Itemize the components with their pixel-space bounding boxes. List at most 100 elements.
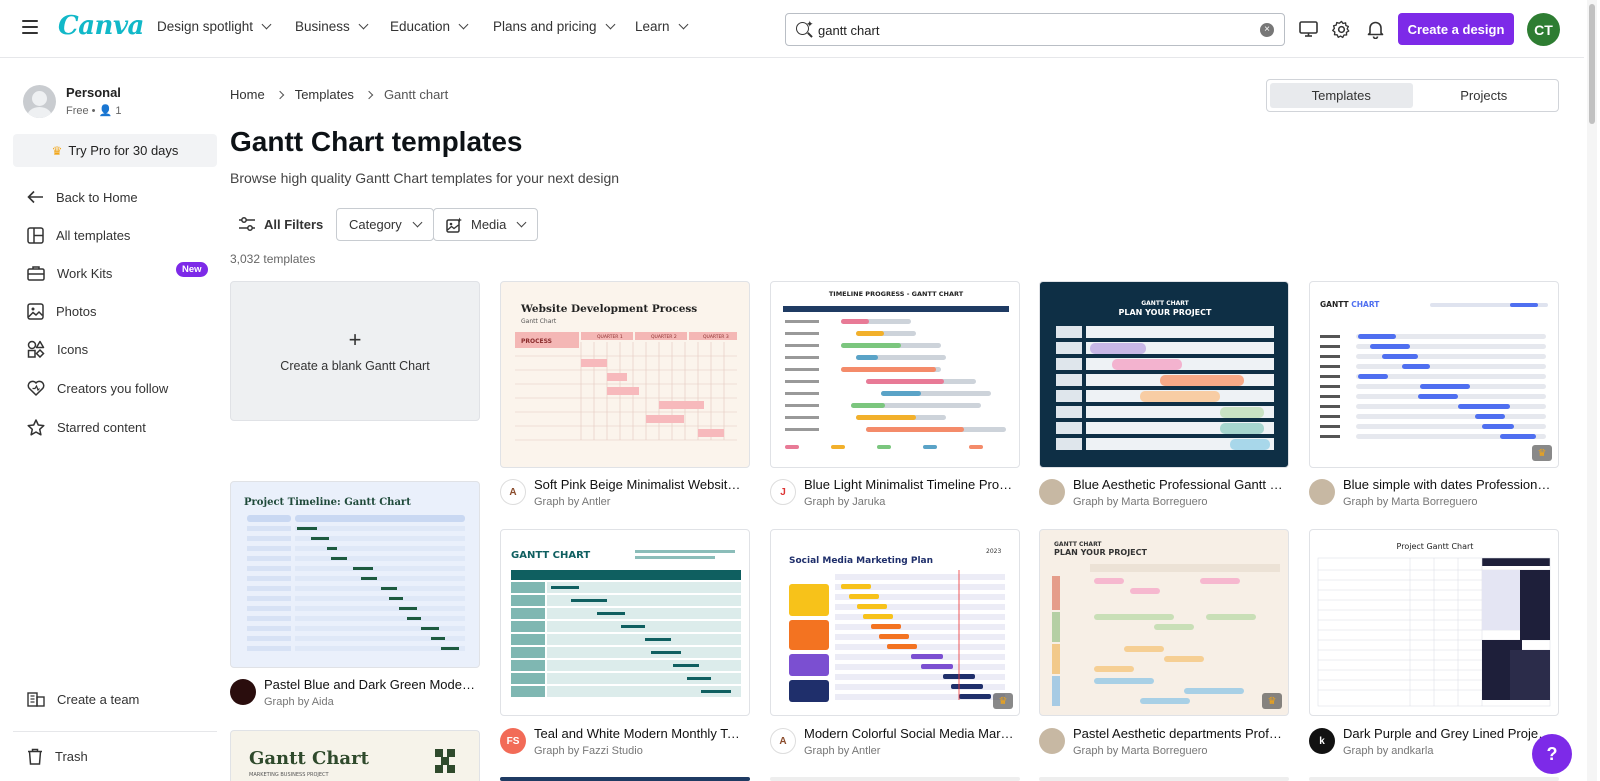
template-thumbnail[interactable]: GANTT CHART	[500, 529, 750, 716]
toggle-templates[interactable]: Templates	[1270, 83, 1413, 108]
template-author[interactable]: Graph by Jaruka	[804, 496, 1016, 508]
sidebar-item-work-kits[interactable]: Work Kits	[27, 262, 112, 284]
sidebar-item-create-a-team[interactable]: Create a team	[27, 688, 139, 710]
menu-icon[interactable]	[22, 20, 38, 34]
gantt-preview-image: GANTT CHART PLAN YOUR PROJECT	[1052, 541, 1280, 706]
creator-avatar: FS	[500, 728, 526, 754]
template-meta: A Soft Pink Beige Minimalist Website ...…	[500, 477, 746, 511]
media-filter-dropdown[interactable]: Media	[433, 208, 539, 241]
user-avatar[interactable]: CT	[1527, 13, 1560, 46]
search-bar: ✦ ×	[785, 13, 1285, 46]
template-thumbnail[interactable]	[1039, 777, 1289, 781]
sparkle-icon: ✦	[806, 19, 814, 29]
nav-design-spotlight[interactable]: Design spotlight	[157, 19, 272, 34]
template-meta: Pastel Blue and Dark Green Modern ... Gra…	[230, 677, 476, 711]
template-thumbnail[interactable]: Website Development Process Gantt Chart …	[500, 281, 750, 468]
heart-icon	[27, 380, 45, 396]
template-thumbnail[interactable]: GANTT CHART ♛	[1309, 281, 1559, 468]
sidebar-item-label: All templates	[56, 227, 131, 243]
all-filters-button[interactable]: All Filters	[230, 208, 336, 241]
template-title[interactable]: Blue Aesthetic Professional Gantt Gr...	[1073, 477, 1285, 492]
sidebar-item-creators-you-follow[interactable]: Creators you follow	[27, 377, 168, 399]
template-thumbnail[interactable]: Project Gantt Chart	[1309, 529, 1559, 716]
create-blank-label: Create a blank Gantt Chart	[280, 359, 430, 373]
sidebar-divider	[13, 731, 217, 732]
settings-gear-icon[interactable]	[1330, 18, 1352, 40]
gantt-preview-image: Project Timeline: Gantt Chart	[244, 497, 465, 651]
sidebar-item-label: Creators you follow	[57, 380, 169, 396]
sidebar-item-trash[interactable]: Trash	[27, 745, 88, 767]
template-thumbnail[interactable]: Project Timeline: Gantt Chart	[230, 481, 480, 668]
template-thumbnail[interactable]: GANTT CHART PLAN YOUR PROJECT	[1039, 281, 1289, 468]
templates-projects-toggle: Templates Projects	[1266, 79, 1559, 112]
breadcrumb-templates[interactable]: Templates	[295, 87, 354, 102]
template-author[interactable]: Graph by Antler	[804, 745, 1016, 757]
page-scrollbar[interactable]	[1587, 0, 1597, 781]
template-thumbnail[interactable]: GANTT CHART PLAN YOUR PROJECT ♛	[1039, 529, 1289, 716]
template-meta: Pastel Aesthetic departments Profes... Gr…	[1039, 726, 1285, 760]
template-thumbnail[interactable]	[1309, 777, 1559, 781]
nav-education[interactable]: Education	[390, 19, 469, 34]
account-switcher[interactable]: Personal Free • 👤 1	[23, 85, 121, 118]
template-thumbnail[interactable]: TIMELINE PROGRESS - GANTT CHART	[770, 281, 1020, 468]
thumb-title: GANTT CHART	[1054, 541, 1102, 548]
template-title[interactable]: Pastel Aesthetic departments Profes...	[1073, 726, 1285, 741]
nav-learn[interactable]: Learn	[635, 19, 688, 34]
pro-crown-icon: ♛	[1532, 445, 1552, 461]
category-filter-dropdown[interactable]: Category	[336, 208, 434, 241]
template-meta: Blue Aesthetic Professional Gantt Gr... G…	[1039, 477, 1285, 511]
nav-business[interactable]: Business	[295, 19, 369, 34]
sidebar-item-label: Starred content	[57, 419, 146, 435]
thumb-title: Project Gantt Chart	[1397, 542, 1474, 551]
star-icon	[27, 418, 45, 436]
template-thumbnail[interactable]	[770, 777, 1020, 781]
template-author[interactable]: Graph by Marta Borreguero	[1073, 496, 1285, 508]
template-thumbnail[interactable]: Social Media Marketing Plan 2023 ♛	[770, 529, 1020, 716]
clear-search-icon[interactable]: ×	[1260, 23, 1274, 37]
create-blank-card[interactable]: + Create a blank Gantt Chart	[230, 281, 480, 421]
nav-plans-and-pricing[interactable]: Plans and pricing	[493, 19, 616, 34]
media-icon	[446, 217, 462, 233]
sidebar-item-back-to-home[interactable]: Back to Home	[27, 186, 138, 208]
template-title[interactable]: Teal and White Modern Monthly Tas...	[534, 726, 746, 741]
template-author[interactable]: Graph by Marta Borreguero	[1073, 745, 1285, 757]
try-pro-button[interactable]: ♛ Try Pro for 30 days	[13, 134, 217, 167]
template-thumbnail[interactable]: Gantt Chart MARKETING BUSINESS PROJECT	[230, 730, 480, 781]
template-author[interactable]: Graph by Aida	[264, 696, 476, 708]
thumb-subtitle: PLAN YOUR PROJECT	[1054, 548, 1148, 557]
gantt-preview-image: GANTT CHART PLAN YOUR PROJECT	[1056, 300, 1274, 450]
canva-logo[interactable]: Canva	[58, 11, 144, 41]
template-author[interactable]: Graph by Marta Borreguero	[1343, 496, 1555, 508]
sidebar-item-starred-content[interactable]: Starred content	[27, 416, 146, 438]
template-title[interactable]: Soft Pink Beige Minimalist Website ...	[534, 477, 746, 492]
pro-crown-icon: ♛	[1262, 693, 1282, 709]
template-author[interactable]: Graph by Fazzi Studio	[534, 745, 746, 757]
sidebar-item-icons[interactable]: Icons	[27, 338, 88, 360]
toggle-projects[interactable]: Projects	[1413, 83, 1556, 108]
search-input[interactable]	[818, 20, 1238, 40]
breadcrumb-home[interactable]: Home	[230, 87, 265, 102]
template-title[interactable]: Blue simple with dates Professional ...	[1343, 477, 1555, 492]
page-subtitle: Browse high quality Gantt Chart template…	[230, 170, 620, 186]
template-title[interactable]: Blue Light Minimalist Timeline Progr...	[804, 477, 1016, 492]
sidebar-item-all-templates[interactable]: All templates	[27, 224, 130, 246]
template-author[interactable]: Graph by Antler	[534, 496, 746, 508]
thumb-title: TIMELINE PROGRESS - GANTT CHART	[829, 290, 964, 298]
template-author[interactable]: Graph by andkarla	[1343, 745, 1555, 757]
template-title[interactable]: Pastel Blue and Dark Green Modern ...	[264, 677, 476, 692]
account-plan: Free • 👤 1	[66, 104, 121, 117]
sidebar-item-photos[interactable]: Photos	[27, 300, 96, 322]
notifications-bell-icon[interactable]	[1364, 18, 1386, 40]
gantt-preview-image: Gantt Chart MARKETING BUSINESS PROJECT	[249, 748, 455, 778]
template-title[interactable]: Dark Purple and Grey Lined Project ...	[1343, 726, 1555, 741]
nav-label: Business	[295, 19, 350, 34]
sidebar-item-label: Photos	[56, 303, 97, 319]
help-button[interactable]: ?	[1532, 734, 1572, 774]
create-design-button[interactable]: Create a design	[1398, 13, 1514, 45]
scrollbar-thumb[interactable]	[1589, 4, 1595, 124]
chevron-down-icon	[458, 19, 469, 30]
template-meta: A Modern Colorful Social Media Marke... G…	[770, 726, 1016, 760]
desktop-app-icon[interactable]	[1297, 18, 1319, 40]
template-title[interactable]: Modern Colorful Social Media Marke...	[804, 726, 1016, 741]
template-thumbnail[interactable]	[500, 777, 750, 781]
